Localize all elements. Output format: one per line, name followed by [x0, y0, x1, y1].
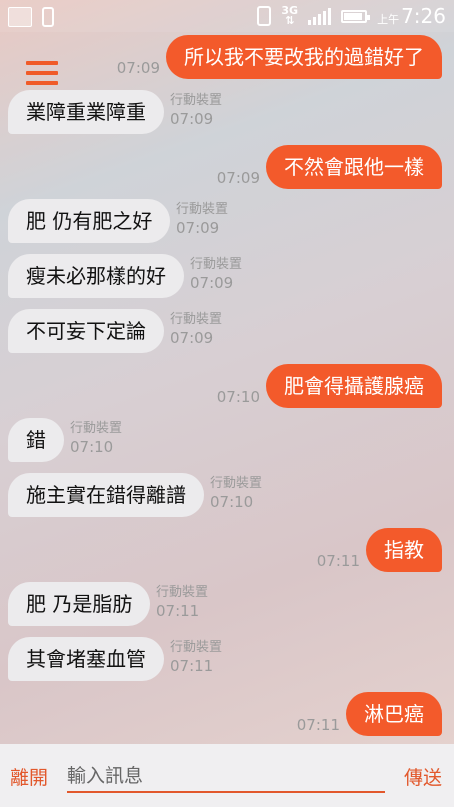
message-bubble[interactable]: 錯 [8, 418, 64, 462]
device-label: 行動裝置 [170, 93, 223, 108]
message-bubble[interactable]: 其會堵塞血管 [8, 637, 164, 681]
device-label: 行動裝置 [190, 257, 243, 272]
message-meta: 行動裝置 07:10 [70, 421, 122, 457]
message-bubble[interactable]: 瘦未必那樣的好 [8, 254, 184, 298]
message-time: 07:10 [216, 388, 260, 406]
message-time: 07:09 [170, 329, 214, 347]
message-bubble[interactable]: 指教 [366, 528, 442, 572]
device-label: 行動裝置 [156, 585, 209, 600]
device-label: 行動裝置 [70, 421, 123, 436]
message-time: 07:11 [170, 657, 214, 675]
leave-button[interactable]: 離開 [10, 763, 48, 790]
message-meta: 行動裝置 07:09 [190, 257, 242, 293]
message-bubble[interactable]: 施主實在錯得離譜 [8, 473, 204, 517]
phone-notification-icon [42, 7, 54, 27]
message-meta: 行動裝置 07:09 [170, 93, 222, 129]
message-meta: 行動裝置 07:11 [156, 585, 208, 621]
message-bubble[interactable]: 肥 乃是脂肪 [8, 582, 151, 626]
compose-bar: 離開 傳送 [0, 744, 454, 807]
message-meta: 行動裝置 07:11 [170, 640, 222, 676]
message-time: 07:09 [116, 59, 160, 77]
message-input[interactable] [67, 761, 385, 793]
message-bubble[interactable]: 業障重業障重 [8, 90, 164, 134]
message-bubble[interactable]: 淋巴癌 [346, 692, 442, 736]
device-label: 行動裝置 [176, 202, 229, 217]
message-time: 07:11 [316, 552, 360, 570]
message-bubble[interactable]: 不然會跟他一樣 [266, 145, 442, 189]
battery-icon [341, 9, 371, 23]
message-bubble[interactable]: 肥會得攝護腺癌 [266, 364, 442, 408]
message-time: 07:10 [210, 493, 254, 511]
message-time: 07:09 [176, 219, 220, 237]
message-time: 07:10 [70, 438, 114, 456]
signal-icon [308, 7, 332, 25]
message-meta: 行動裝置 07:10 [210, 476, 262, 512]
gallery-notification-icon [8, 7, 32, 27]
message-time: 07:09 [190, 274, 234, 292]
vibrate-icon [257, 6, 272, 26]
send-button[interactable]: 傳送 [404, 763, 442, 790]
network-type-icon: 3G ⇅ [281, 4, 299, 27]
message-meta: 行動裝置 07:09 [176, 202, 228, 238]
message-time: 07:11 [156, 602, 200, 620]
message-time: 07:09 [216, 169, 260, 187]
status-bar: 3G ⇅ 上午 7:26 [0, 0, 454, 32]
device-label: 行動裝置 [170, 640, 223, 655]
device-label: 行動裝置 [170, 312, 223, 327]
message-time: 07:09 [170, 110, 214, 128]
message-bubble[interactable]: 所以我不要改我的過錯好了 [166, 35, 442, 79]
menu-icon[interactable] [26, 61, 58, 87]
device-label: 行動裝置 [210, 476, 263, 491]
message-time: 07:11 [296, 716, 340, 734]
message-meta: 行動裝置 07:09 [170, 312, 222, 348]
message-bubble[interactable]: 不可妄下定論 [8, 309, 164, 353]
clock: 上午 7:26 [377, 4, 446, 28]
message-bubble[interactable]: 肥 仍有肥之好 [8, 199, 171, 243]
